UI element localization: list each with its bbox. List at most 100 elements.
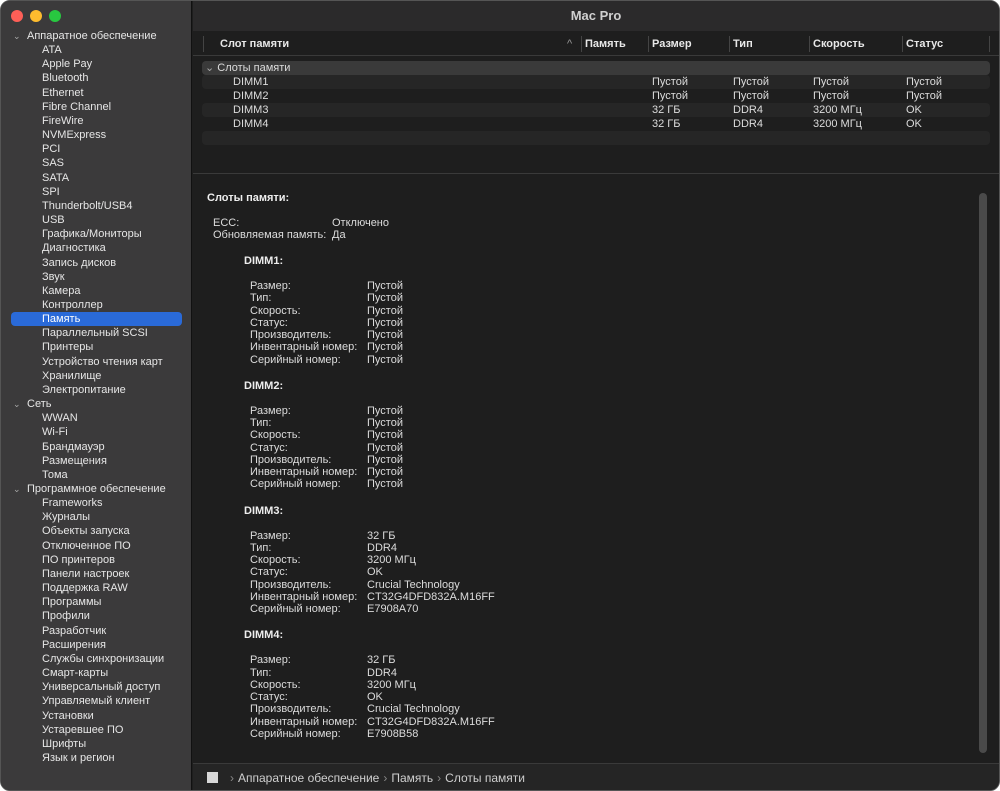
split-divider[interactable] bbox=[193, 173, 999, 183]
table-row[interactable]: DIMM3 32 ГБ DDR4 3200 МГц OK bbox=[202, 103, 990, 117]
sidebar-category[interactable]: ⌄ Аппаратное обеспечение bbox=[1, 29, 192, 43]
sidebar-item[interactable]: Звук bbox=[1, 270, 192, 284]
field-label: Размер: bbox=[250, 654, 291, 667]
column-header[interactable]: Слот памяти bbox=[220, 38, 289, 50]
sidebar-item[interactable]: Журналы bbox=[1, 510, 192, 524]
field-value: Пустой bbox=[367, 280, 403, 292]
sidebar-item[interactable]: Расширения bbox=[1, 638, 192, 652]
chevron-right-icon: › bbox=[383, 771, 388, 785]
column-header[interactable]: Скорость bbox=[813, 38, 865, 50]
column-header[interactable]: Тип bbox=[733, 38, 753, 50]
sidebar-item[interactable]: Брандмауэр bbox=[1, 440, 192, 454]
field-label: Тип: bbox=[250, 417, 272, 430]
sidebar-item[interactable]: Thunderbolt/USB4 bbox=[1, 199, 192, 213]
path-item[interactable]: Аппаратное обеспечение bbox=[238, 771, 379, 785]
zoom-button[interactable] bbox=[49, 10, 61, 22]
sidebar-item[interactable]: Контроллер bbox=[1, 298, 192, 312]
sidebar-item[interactable]: SATA bbox=[1, 171, 192, 185]
sidebar-item[interactable]: Apple Pay bbox=[1, 57, 192, 71]
sidebar-item[interactable]: FireWire bbox=[1, 114, 192, 128]
sidebar-category[interactable]: ⌄ Программное обеспечение bbox=[1, 482, 192, 496]
sidebar-item[interactable]: Службы синхронизации bbox=[1, 652, 192, 666]
sidebar-item[interactable]: SPI bbox=[1, 185, 192, 199]
sidebar-item[interactable]: Панели настроек bbox=[1, 567, 192, 581]
column-separator[interactable] bbox=[902, 36, 903, 52]
sidebar-item[interactable]: Параллельный SCSI bbox=[1, 326, 192, 340]
sidebar-item[interactable]: Отключенное ПО bbox=[1, 539, 192, 553]
field-label: Производитель: bbox=[250, 329, 332, 341]
field-value: Пустой bbox=[367, 316, 403, 329]
sidebar-item[interactable]: Язык и регион bbox=[1, 751, 192, 765]
column-header[interactable]: Размер bbox=[652, 38, 692, 50]
sidebar-item[interactable]: Управляемый клиент bbox=[1, 694, 192, 708]
sidebar-item[interactable]: Профили bbox=[1, 609, 192, 623]
sidebar-item[interactable]: NVMExpress bbox=[1, 128, 192, 142]
sidebar-item[interactable]: Камера bbox=[1, 284, 192, 298]
table-row[interactable]: DIMM2 Пустой Пустой Пустой Пустой bbox=[202, 89, 990, 103]
table-header: Слот памяти Память Размер Тип Скорость Статус… bbox=[193, 34, 999, 56]
column-header[interactable]: Память bbox=[585, 38, 626, 50]
sidebar-item[interactable]: Электропитание bbox=[1, 383, 192, 397]
table-cell: DIMM3 bbox=[233, 104, 269, 116]
table-cell: Пустой bbox=[906, 76, 942, 88]
scrollbar[interactable] bbox=[979, 193, 987, 753]
chevron-down-icon[interactable]: ⌄ bbox=[202, 62, 217, 74]
column-separator[interactable] bbox=[809, 36, 810, 52]
table-row[interactable]: DIMM1 Пустой Пустой Пустой Пустой bbox=[202, 75, 990, 89]
table-group-row[interactable]: ⌄ Слоты памяти bbox=[202, 61, 990, 75]
sidebar-item[interactable]: Установки bbox=[1, 709, 192, 723]
path-item[interactable]: Слоты памяти bbox=[445, 771, 525, 785]
close-button[interactable] bbox=[11, 10, 23, 22]
column-header[interactable]: Статус bbox=[906, 38, 943, 50]
chevron-right-icon: › bbox=[437, 771, 442, 785]
sidebar-item[interactable]: Хранилище bbox=[1, 369, 192, 383]
field-label: Размер: bbox=[250, 280, 291, 292]
sidebar-item[interactable]: Смарт-карты bbox=[1, 666, 192, 680]
sidebar-item[interactable]: Диагностика bbox=[1, 241, 192, 255]
sidebar-item[interactable]: ПО принтеров bbox=[1, 553, 192, 567]
sidebar-item[interactable]: ATA bbox=[1, 43, 192, 57]
sidebar-item[interactable]: USB bbox=[1, 213, 192, 227]
sidebar-item[interactable]: Wi-Fi bbox=[1, 425, 192, 439]
path-item[interactable]: Память bbox=[391, 771, 433, 785]
sidebar-item[interactable]: Тома bbox=[1, 468, 192, 482]
sidebar-item[interactable]: Принтеры bbox=[1, 340, 192, 354]
sidebar-item[interactable]: Frameworks bbox=[1, 496, 192, 510]
sidebar-item[interactable]: WWAN bbox=[1, 411, 192, 425]
memory-slots-table: Слот памяти Память Размер Тип Скорость Статус… bbox=[193, 31, 999, 173]
minimize-button[interactable] bbox=[30, 10, 42, 22]
sidebar-item[interactable]: Объекты запуска bbox=[1, 524, 192, 538]
sidebar-item[interactable]: Ethernet bbox=[1, 86, 192, 100]
column-separator[interactable] bbox=[989, 36, 990, 52]
sidebar-item[interactable]: Программы bbox=[1, 595, 192, 609]
table-cell: DIMM2 bbox=[233, 90, 269, 102]
column-separator[interactable] bbox=[203, 36, 204, 52]
sidebar-item[interactable]: Универсальный доступ bbox=[1, 680, 192, 694]
column-separator[interactable] bbox=[648, 36, 649, 52]
sidebar-item[interactable]: Память bbox=[11, 312, 182, 327]
chevron-down-icon[interactable]: ⌄ bbox=[13, 482, 27, 496]
sidebar-item[interactable]: Разработчик bbox=[1, 624, 192, 638]
field-value: Crucial Technology bbox=[367, 703, 460, 716]
sidebar-item[interactable]: Шрифты bbox=[1, 737, 192, 751]
column-separator[interactable] bbox=[729, 36, 730, 52]
chevron-down-icon[interactable]: ⌄ bbox=[13, 397, 27, 411]
table-cell: DDR4 bbox=[733, 104, 763, 116]
field-label: Тип: bbox=[250, 666, 272, 679]
sidebar-category[interactable]: ⌄ Сеть bbox=[1, 397, 192, 411]
field-label: Серийный номер: bbox=[250, 478, 341, 491]
chevron-down-icon[interactable]: ⌄ bbox=[13, 29, 27, 43]
table-row[interactable]: DIMM4 32 ГБ DDR4 3200 МГц OK bbox=[202, 117, 990, 131]
sidebar-item[interactable]: Запись дисков bbox=[1, 256, 192, 270]
sidebar-item[interactable]: Bluetooth bbox=[1, 71, 192, 85]
sidebar-item[interactable]: Размещения bbox=[1, 454, 192, 468]
sidebar-item[interactable]: Устаревшее ПО bbox=[1, 723, 192, 737]
sidebar-item[interactable]: Поддержка RAW bbox=[1, 581, 192, 595]
sidebar-item[interactable]: Fibre Channel bbox=[1, 100, 192, 114]
sidebar-item[interactable]: SAS bbox=[1, 156, 192, 170]
column-separator[interactable] bbox=[581, 36, 582, 52]
sidebar-item[interactable]: PCI bbox=[1, 142, 192, 156]
sidebar-item[interactable]: Устройство чтения карт bbox=[1, 355, 192, 369]
field-value: E7908B58 bbox=[367, 727, 419, 740]
sidebar-item[interactable]: Графика/Мониторы bbox=[1, 227, 192, 241]
